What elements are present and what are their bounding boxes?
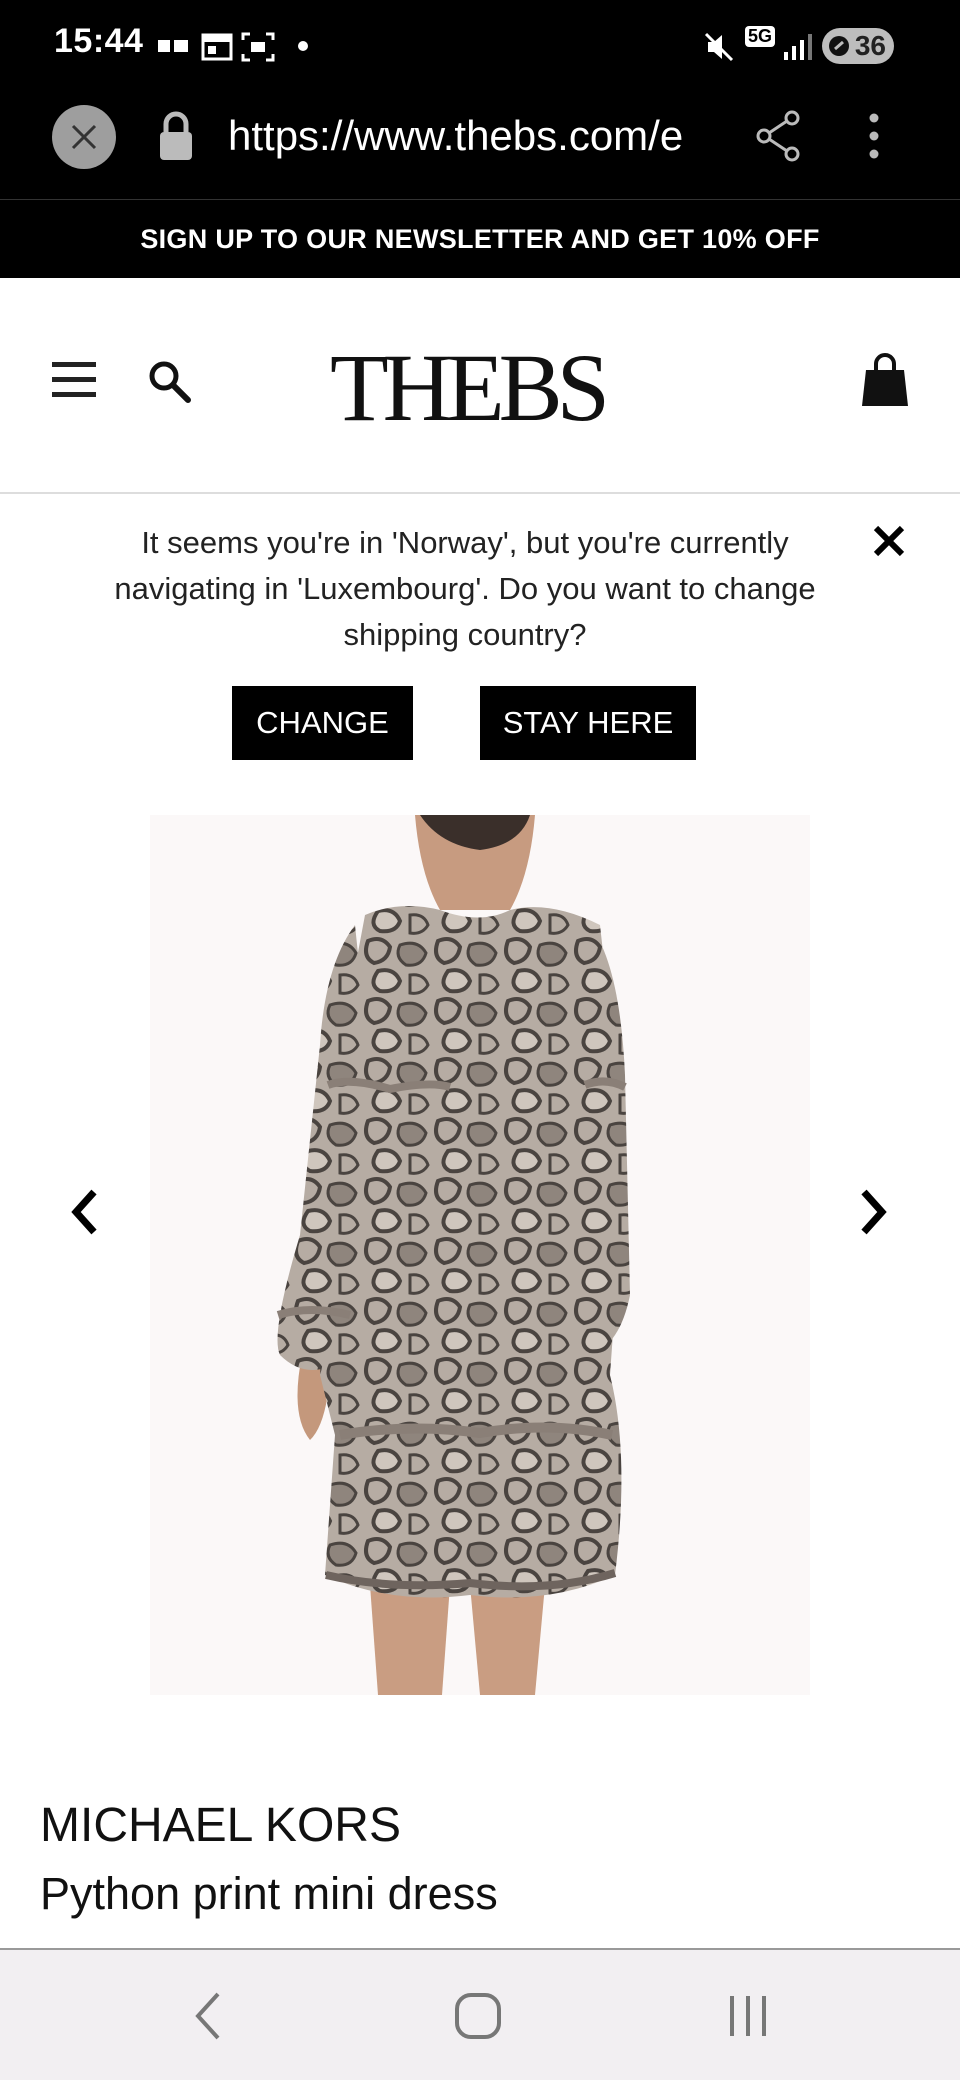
- product-brand[interactable]: MICHAEL KORS: [40, 1798, 401, 1853]
- search-icon[interactable]: [146, 358, 192, 404]
- lock-icon[interactable]: [156, 110, 196, 162]
- menu-icon[interactable]: [52, 360, 96, 400]
- dot-icon: [298, 41, 308, 51]
- site-logo[interactable]: THEBS: [330, 340, 610, 436]
- url-field[interactable]: https://www.thebs.com/e: [228, 112, 683, 160]
- newsletter-banner[interactable]: SIGN UP TO OUR NEWSLETTER AND GET 10% OF…: [0, 200, 960, 278]
- mute-icon: [704, 32, 734, 62]
- battery-level: 36: [854, 30, 886, 61]
- country-redirect-message: It seems you're in 'Norway', but you're …: [114, 525, 816, 652]
- signal-icon: [784, 34, 812, 60]
- recent-apps-icon[interactable]: [726, 1994, 770, 2038]
- calendar-icon: [201, 33, 233, 61]
- more-options-icon[interactable]: [866, 112, 882, 162]
- close-icon[interactable]: [872, 524, 906, 558]
- status-time: 15:44: [54, 22, 144, 60]
- stay-here-button[interactable]: STAY HERE: [480, 686, 696, 760]
- newsletter-text: SIGN UP TO OUR NEWSLETTER AND GET 10% OF…: [140, 223, 820, 254]
- close-tab-button[interactable]: [52, 105, 116, 169]
- network-type-badge: 5G: [745, 26, 776, 47]
- shopping-bag-icon[interactable]: [862, 352, 908, 406]
- notification-icon: [158, 40, 188, 52]
- battery-indicator: 36: [822, 28, 894, 64]
- product-image[interactable]: [150, 815, 810, 1695]
- close-icon: [71, 124, 97, 150]
- battery-saver-icon: [829, 36, 849, 56]
- dress-photo: [276, 815, 630, 1695]
- share-icon[interactable]: [754, 110, 804, 162]
- screenshot-icon: [241, 32, 275, 62]
- home-icon[interactable]: [454, 1992, 502, 2040]
- back-icon[interactable]: [192, 1990, 224, 2042]
- status-bar: [0, 0, 960, 90]
- chevron-right-icon[interactable]: [858, 1188, 890, 1236]
- chevron-left-icon[interactable]: [68, 1188, 100, 1236]
- change-country-button[interactable]: CHANGE: [232, 686, 413, 760]
- product-title: Python print mini dress: [40, 1868, 498, 1919]
